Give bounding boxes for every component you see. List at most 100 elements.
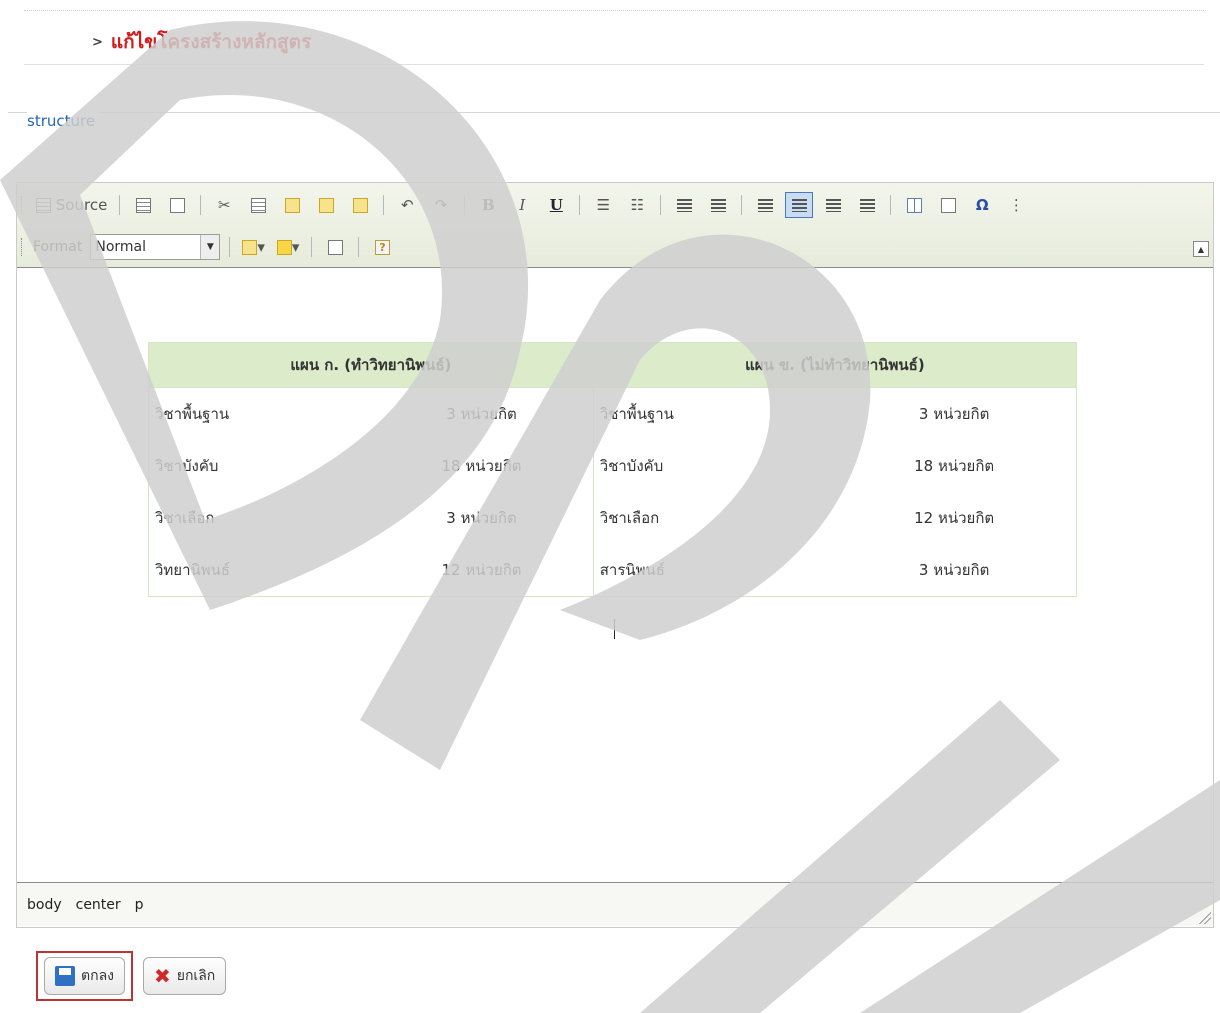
cancel-label: ยกเลิก [176, 968, 216, 984]
cell: วิชาบังคับ [599, 457, 664, 475]
align-left-icon [757, 198, 773, 212]
align-left-button[interactable] [751, 192, 779, 218]
background-color-icon [276, 239, 292, 255]
toolbar-separator [311, 237, 313, 257]
chevron-down-icon[interactable]: ▼ [200, 235, 220, 259]
format-label: Format [33, 239, 83, 255]
indent-icon [710, 198, 726, 212]
maximize-icon [327, 239, 343, 255]
text-color-button[interactable]: ▾ [239, 234, 268, 260]
background-color-button[interactable]: ▾ [274, 234, 303, 260]
toolbar-separator [464, 195, 466, 215]
table-row: วิทยานิพนธ์ 12 หน่วยกิต สารนิพนธ์ 3 หน่ว… [149, 544, 1077, 597]
cell: 3 หน่วยกิต [364, 387, 594, 440]
align-center-icon [791, 198, 807, 212]
toolbar-separator [660, 195, 662, 215]
ok-button[interactable]: ตกลง [44, 957, 125, 995]
page-heading: > แก้ไขโครงสร้างหลักสูตร [92, 27, 311, 57]
special-char-button[interactable]: Ω [968, 192, 996, 218]
path-item-body[interactable]: body [27, 897, 62, 913]
structure-fieldset [8, 112, 1220, 173]
italic-icon: I [519, 196, 526, 214]
toolbar-separator [229, 237, 231, 257]
save-icon [55, 966, 75, 986]
path-item-center[interactable]: center [76, 897, 121, 913]
table-button[interactable] [900, 192, 928, 218]
horizontal-rule-button[interactable] [934, 192, 962, 218]
align-right-icon [825, 198, 841, 212]
scissors-icon: ✂ [218, 196, 231, 214]
close-icon: ✖ [153, 964, 171, 988]
cut-button[interactable]: ✂ [210, 192, 238, 218]
top-divider [24, 10, 1204, 11]
help-button[interactable]: ? [368, 234, 396, 260]
cancel-button[interactable]: ✖ ยกเลิก [142, 957, 227, 995]
align-justify-button[interactable] [853, 192, 881, 218]
toolbar-grip[interactable] [21, 238, 25, 256]
cell: 3 หน่วยกิต [364, 492, 594, 544]
redo-icon: ↷ [435, 196, 448, 214]
copy-button[interactable] [244, 192, 272, 218]
table-row: วิชาเลือก 3 หน่วยกิต วิชาเลือก 12 หน่วยก… [149, 492, 1077, 544]
cell: 3 หน่วยกิต [918, 405, 990, 423]
heading-divider [24, 64, 1204, 65]
cell: วิชาเลือก [599, 509, 660, 527]
page-break-icon: ⋮ [1008, 196, 1024, 214]
text-color-icon [242, 239, 258, 255]
paste-text-button[interactable] [312, 192, 340, 218]
table-icon [906, 197, 922, 213]
text-caret [614, 619, 615, 639]
format-select[interactable]: Normal ▼ [90, 234, 221, 260]
paste-button[interactable] [278, 192, 306, 218]
align-right-button[interactable] [819, 192, 847, 218]
cell: วิชาบังคับ [155, 457, 219, 475]
source-button[interactable]: Source [33, 192, 110, 218]
bulleted-list-button[interactable]: ☷ [623, 192, 651, 218]
horizontal-rule-icon [940, 197, 956, 213]
rich-text-editor: Source ✂ ↶ ↷ B I U ☰ ☷ Ω ⋮ Format Normal… [16, 182, 1214, 928]
ok-label: ตกลง [81, 968, 114, 984]
new-page-button[interactable] [129, 192, 157, 218]
cell: สารนิพนธ์ [599, 561, 665, 579]
page-break-button[interactable]: ⋮ [1002, 192, 1030, 218]
paste-word-icon [352, 197, 368, 213]
maximize-button[interactable] [321, 234, 349, 260]
cell: วิชาเลือก [155, 509, 215, 527]
numbered-list-button[interactable]: ☰ [589, 192, 617, 218]
toolbar-separator [890, 195, 892, 215]
indent-button[interactable] [704, 192, 732, 218]
path-item-p[interactable]: p [135, 897, 144, 913]
toolbar-grip[interactable] [21, 196, 25, 214]
underline-icon: U [549, 196, 563, 214]
format-value: Normal [95, 239, 146, 255]
toolbar-separator [741, 195, 743, 215]
preview-button[interactable] [163, 192, 191, 218]
resize-handle[interactable] [1199, 912, 1211, 924]
italic-button[interactable]: I [508, 192, 536, 218]
highlight-frame: ตกลง [36, 951, 133, 1001]
underline-button[interactable]: U [542, 192, 570, 218]
toolbar-collapse-button[interactable]: ▲ [1193, 241, 1209, 257]
bold-icon: B [481, 196, 495, 214]
cell: วิทยานิพนธ์ [155, 561, 231, 579]
bold-button[interactable]: B [474, 192, 502, 218]
align-justify-icon [859, 198, 875, 212]
cell: 18 หน่วยกิต [914, 457, 995, 475]
copy-icon [250, 197, 266, 213]
cell: วิชาพื้นฐาน [155, 405, 230, 423]
toolbar-separator [200, 195, 202, 215]
table-header-row: แผน ก. (ทำวิทยานิพนธ์) แผน ข. (ไม่ทำวิทย… [148, 342, 1078, 388]
paste-word-button[interactable] [346, 192, 374, 218]
undo-icon: ↶ [401, 196, 414, 214]
toolbar-separator [358, 237, 360, 257]
redo-button[interactable]: ↷ [427, 192, 455, 218]
toolbar-separator [383, 195, 385, 215]
new-page-icon [135, 197, 151, 213]
outdent-button[interactable] [670, 192, 698, 218]
form-buttons: ตกลง ✖ ยกเลิก [36, 951, 227, 1001]
toolbar-row-2: Format Normal ▼ ▾ ▾ ? [21, 231, 396, 263]
plan-a-header: แผน ก. (ทำวิทยานิพนธ์) [148, 342, 594, 388]
align-center-button[interactable] [785, 192, 814, 218]
undo-button[interactable]: ↶ [393, 192, 421, 218]
editor-content[interactable]: แผน ก. (ทำวิทยานิพนธ์) แผน ข. (ไม่ทำวิทย… [17, 268, 1213, 882]
